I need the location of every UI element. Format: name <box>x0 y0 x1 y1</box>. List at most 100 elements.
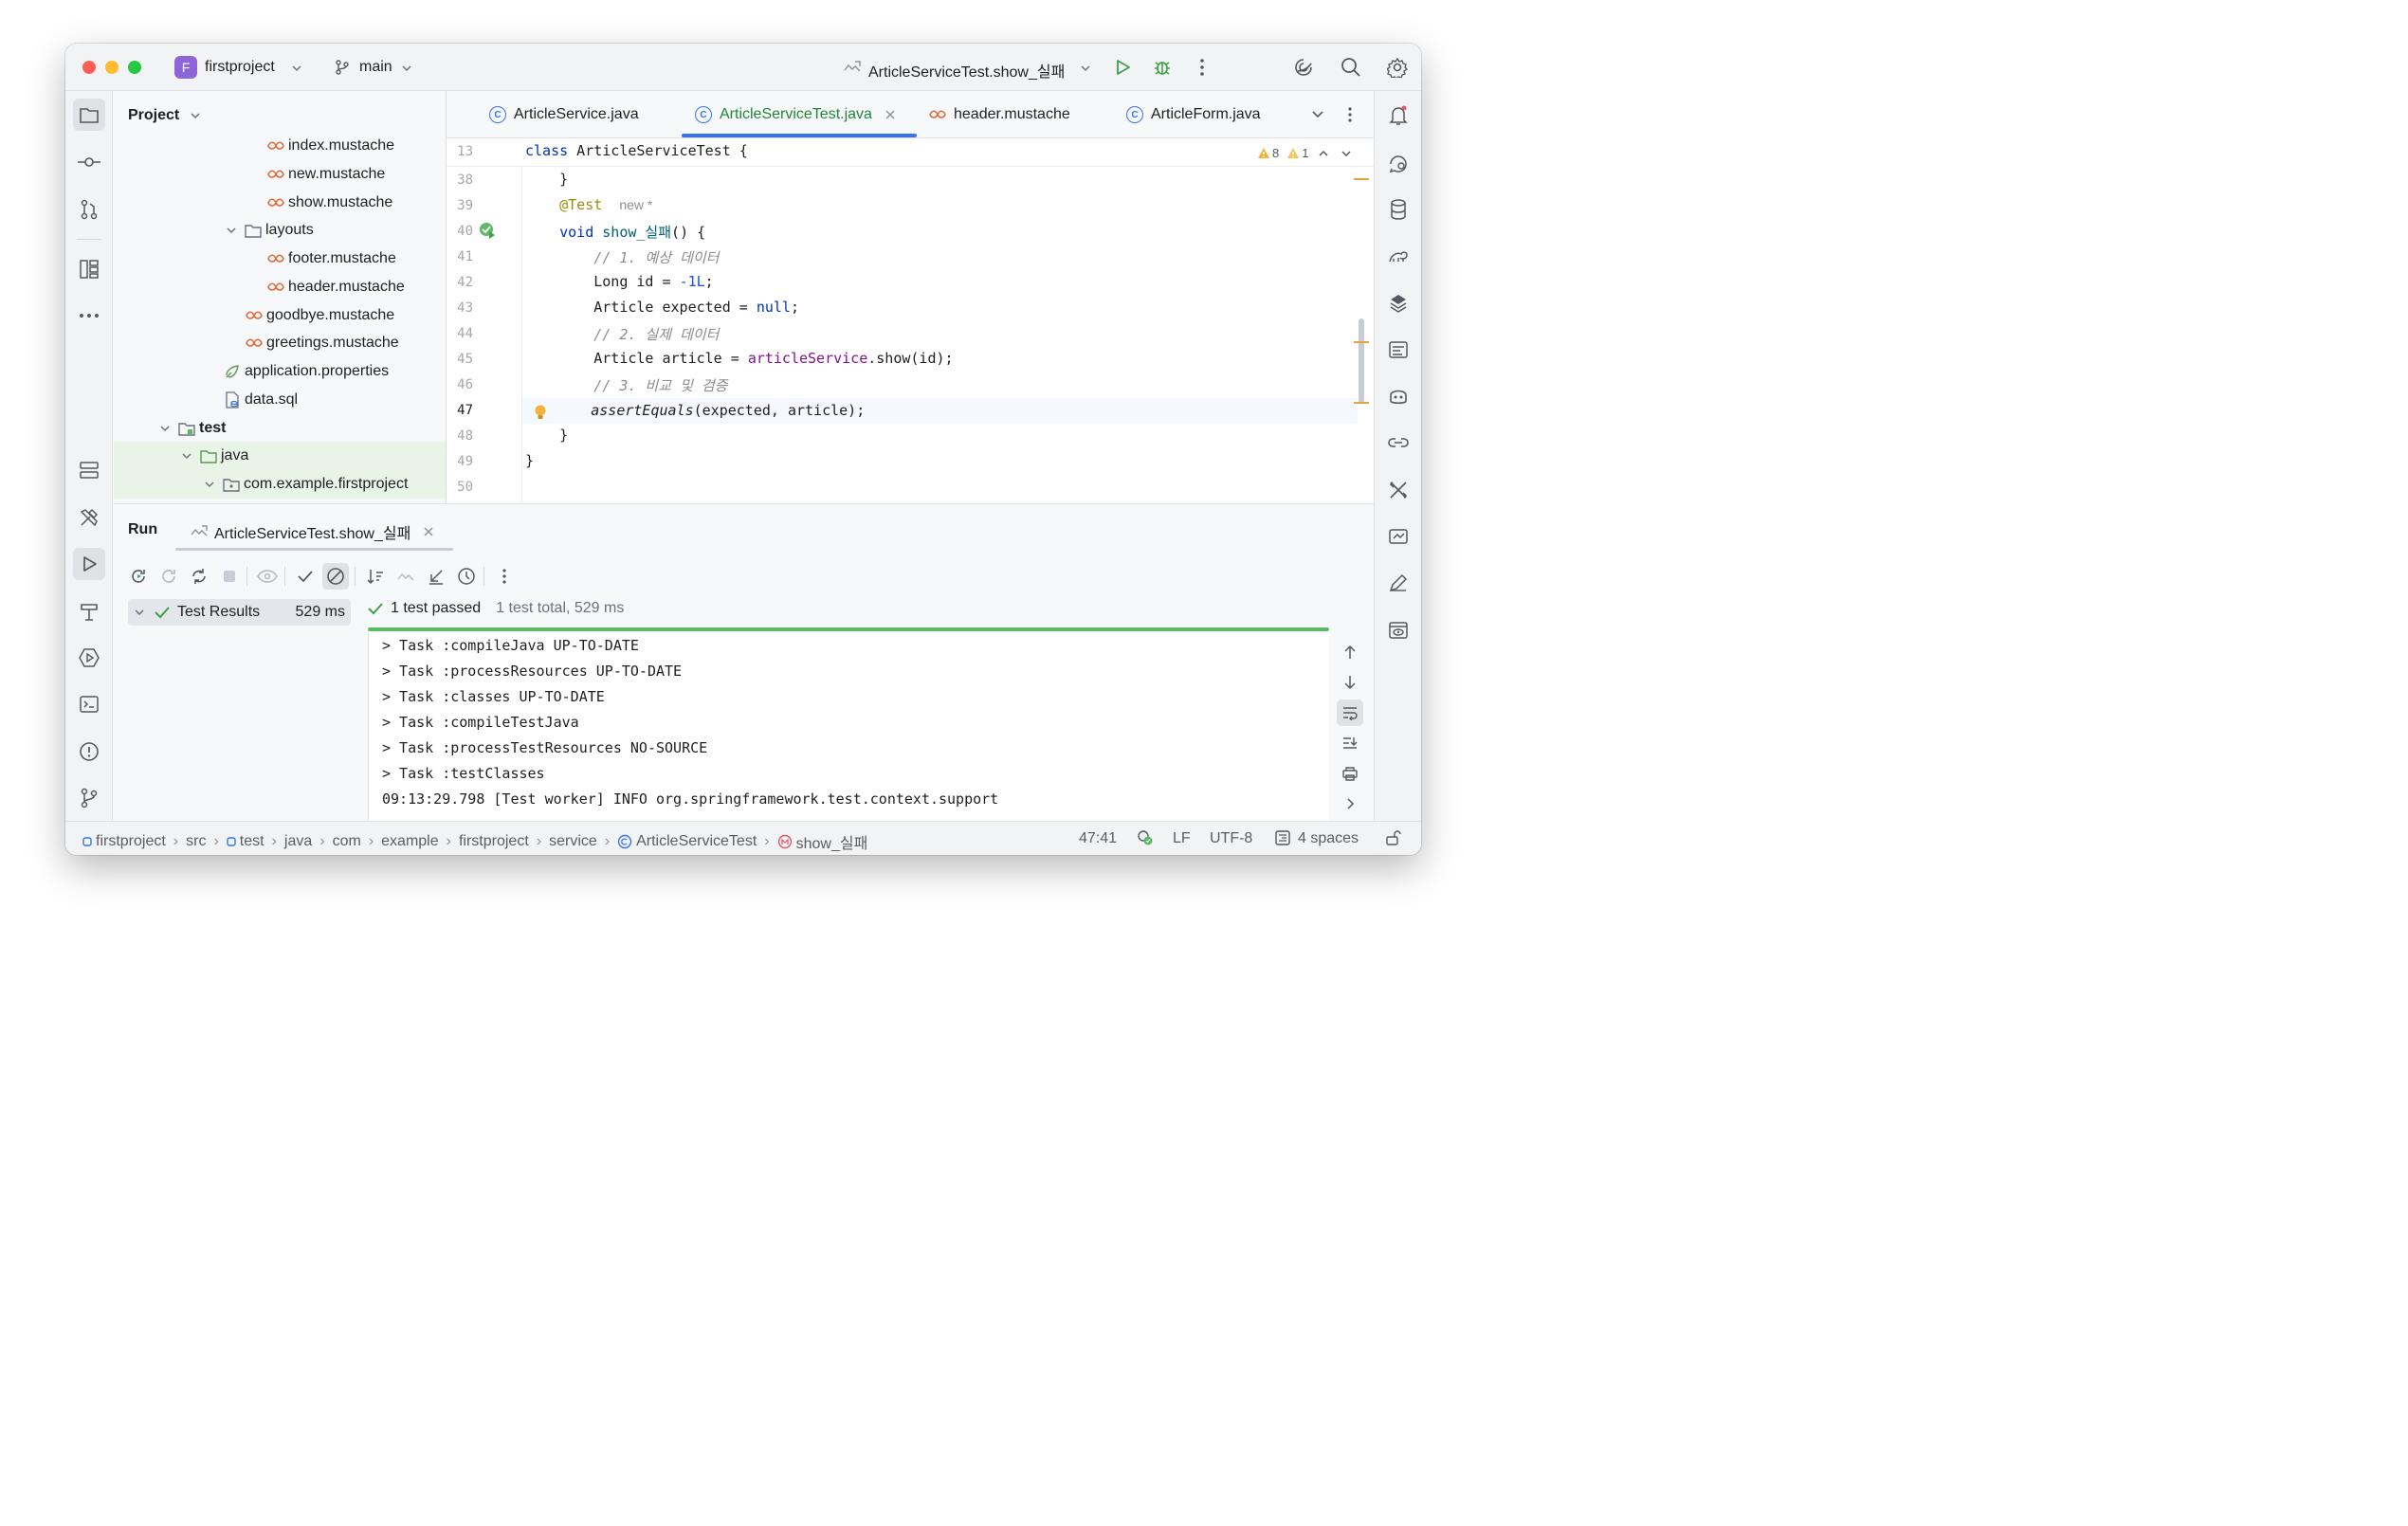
search-icon[interactable] <box>1340 56 1362 79</box>
warning-marker[interactable] <box>1354 178 1369 180</box>
lock-icon[interactable] <box>1384 829 1401 846</box>
tree-item[interactable]: goodbye.mustache <box>114 301 446 330</box>
settings-icon[interactable] <box>1386 56 1409 79</box>
stop-icon[interactable] <box>216 563 243 590</box>
debug-services-icon[interactable] <box>73 642 105 674</box>
breadcrumb-item[interactable]: test <box>240 833 265 850</box>
chevron-down-icon[interactable] <box>157 421 173 436</box>
tab-article-form[interactable]: C ArticleForm.java <box>1126 91 1261 138</box>
sticky-scroll-line[interactable]: 13 class ArticleServiceTest { 8 1 <box>447 138 1374 167</box>
project-panel-title[interactable]: Project <box>128 107 179 124</box>
breadcrumb-item[interactable]: com <box>333 833 361 850</box>
close-tab-icon[interactable] <box>885 110 895 119</box>
scroll-down-icon[interactable] <box>1337 669 1363 696</box>
minimize-window-button[interactable] <box>105 61 119 74</box>
close-window-button[interactable] <box>82 61 96 74</box>
tree-item[interactable]: new.mustache <box>114 160 446 189</box>
breadcrumb-item[interactable]: src <box>186 833 206 850</box>
build-tools-icon[interactable] <box>73 501 105 534</box>
tree-item[interactable]: test <box>114 414 446 443</box>
check-icon[interactable] <box>292 563 319 590</box>
run-tab[interactable]: ArticleServiceTest.show_실패 <box>190 516 433 548</box>
rerun-icon[interactable] <box>125 563 152 590</box>
warning-marker[interactable] <box>1354 402 1369 404</box>
chevron-down-icon[interactable] <box>202 477 217 492</box>
tree-item[interactable]: footer.mustache <box>114 245 446 273</box>
tree-item[interactable]: java <box>114 442 446 470</box>
test-results-row[interactable]: Test Results 529 ms <box>128 599 351 626</box>
edit-icon[interactable] <box>1382 567 1414 599</box>
editor-scrollbar[interactable] <box>1359 318 1364 404</box>
commit-icon[interactable] <box>73 146 105 178</box>
tree-item[interactable]: layouts <box>114 216 446 245</box>
tab-article-service[interactable]: C ArticleService.java <box>489 91 639 138</box>
http-client-icon[interactable] <box>1382 427 1414 459</box>
close-tab-icon[interactable] <box>424 527 433 536</box>
tab-article-service-test[interactable]: C ArticleServiceTest.java <box>695 91 895 138</box>
more-actions-icon[interactable] <box>491 563 518 590</box>
breadcrumb-item[interactable]: java <box>284 833 312 850</box>
history-icon[interactable] <box>453 563 480 590</box>
show-passed-icon[interactable] <box>254 563 281 590</box>
preview-icon[interactable] <box>1382 614 1414 646</box>
soft-wrap-icon[interactable] <box>1337 699 1363 726</box>
debug-icon[interactable] <box>1151 56 1174 79</box>
copilot-icon[interactable] <box>1382 380 1414 412</box>
warning-marker[interactable] <box>1354 341 1369 343</box>
line-separator[interactable]: LF <box>1173 830 1191 847</box>
vcs-status-icon[interactable] <box>1137 829 1154 846</box>
file-encoding[interactable]: UTF-8 <box>1210 830 1252 847</box>
show-ignored-icon[interactable] <box>322 563 349 590</box>
breadcrumb-item[interactable]: firstproject <box>96 833 166 850</box>
tab-menu-icon[interactable] <box>1347 106 1353 123</box>
structure-icon[interactable] <box>73 253 105 285</box>
tree-item[interactable]: com.example.firstproject <box>114 470 446 499</box>
breadcrumb-item[interactable]: example <box>381 833 438 850</box>
chevron-down-icon[interactable] <box>1311 110 1324 119</box>
tools-icon[interactable] <box>1382 474 1414 506</box>
scroll-to-end-icon[interactable] <box>1337 730 1363 756</box>
ai-assistant-icon[interactable] <box>1292 56 1315 79</box>
collapse-all-icon[interactable] <box>423 563 449 590</box>
database-icon[interactable] <box>1382 193 1414 226</box>
run-config-selector[interactable]: ArticleServiceTest.show_실패 <box>868 59 1065 82</box>
git-icon[interactable] <box>73 782 105 814</box>
chevron-down-icon[interactable] <box>224 223 239 238</box>
toggle-auto-test-icon[interactable] <box>186 563 212 590</box>
learn-icon[interactable] <box>1382 520 1414 553</box>
run-icon[interactable] <box>1111 56 1134 79</box>
breadcrumb-item[interactable]: firstproject <box>459 833 529 850</box>
chevron-down-icon[interactable] <box>190 110 201 121</box>
print-icon[interactable] <box>1337 760 1363 787</box>
services-icon[interactable] <box>73 454 105 486</box>
tab-header-mustache[interactable]: header.mustache <box>929 91 1070 138</box>
sort-icon[interactable] <box>362 563 389 590</box>
notifications-icon[interactable] <box>1382 100 1414 132</box>
endpoints-icon[interactable] <box>1382 334 1414 366</box>
rerun-failed-icon[interactable] <box>155 563 182 590</box>
chevron-right-icon[interactable] <box>1337 790 1363 817</box>
plugin-icon[interactable] <box>1382 287 1414 319</box>
problems-icon[interactable] <box>73 736 105 768</box>
caret-position[interactable]: 47:41 <box>1079 830 1117 847</box>
tree-item[interactable]: header.mustache <box>114 273 446 301</box>
terminal-icon[interactable] <box>73 688 105 720</box>
chevron-down-icon[interactable] <box>179 448 194 463</box>
more-actions-icon[interactable] <box>1191 56 1213 79</box>
ai-chat-icon[interactable] <box>1382 147 1414 179</box>
console-output[interactable]: > Task :compileJava UP-TO-DATE > Task :p… <box>368 633 1329 822</box>
build-hammer-icon[interactable] <box>73 595 105 627</box>
scroll-up-icon[interactable] <box>1337 639 1363 665</box>
tree-item[interactable]: show.mustache <box>114 189 446 217</box>
indent-setting[interactable]: 4 spaces <box>1298 830 1359 847</box>
import-tests-icon[interactable] <box>392 563 419 590</box>
code-area[interactable]: } @Test new * void show_실패() { // 1. 예상 … <box>522 167 1374 503</box>
project-badge[interactable]: F <box>174 56 197 79</box>
chevron-down-icon[interactable] <box>134 607 145 618</box>
inlay-hint[interactable]: new * <box>619 197 652 212</box>
breadcrumb-item[interactable]: service <box>549 833 597 850</box>
tree-item[interactable]: greetings.mustache <box>114 329 446 357</box>
gradle-icon[interactable] <box>1382 240 1414 272</box>
project-selector[interactable]: firstproject <box>205 59 275 76</box>
tree-item[interactable]: application.properties <box>114 357 446 386</box>
